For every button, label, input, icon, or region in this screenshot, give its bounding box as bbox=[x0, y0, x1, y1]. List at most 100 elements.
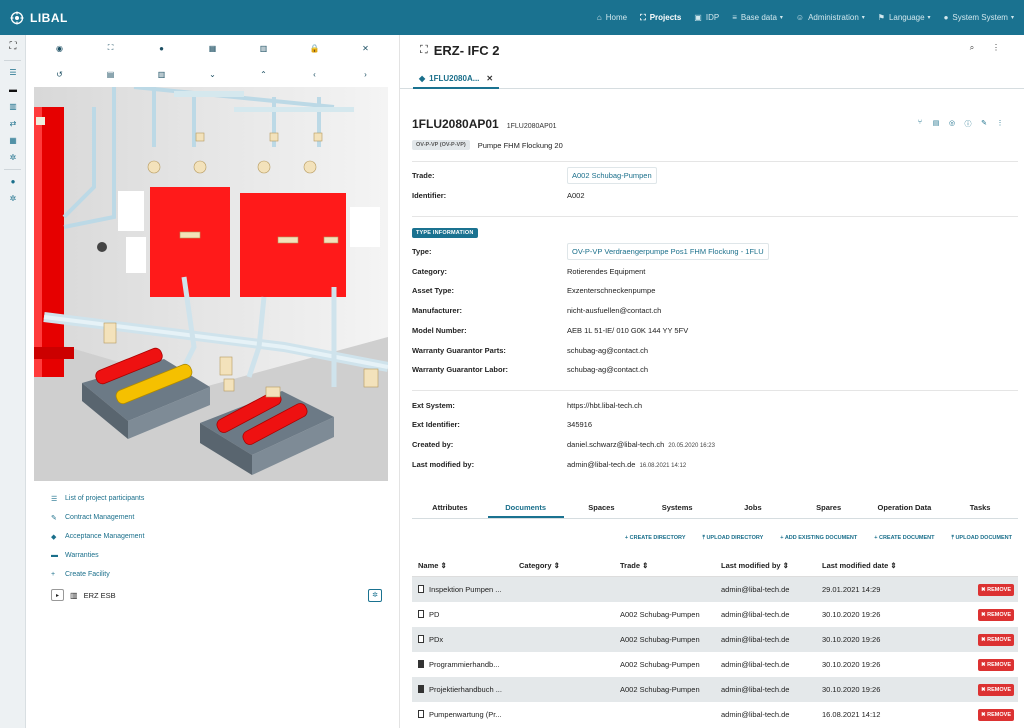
more-vertical-icon[interactable]: ⋮ bbox=[992, 119, 1008, 129]
tab-asset[interactable]: ◆ 1FLU2080A... ✕ bbox=[413, 69, 500, 89]
target-icon[interactable]: ◎ bbox=[944, 119, 960, 129]
nav-item-base-data[interactable]: ≡ Base data ▾ bbox=[732, 13, 783, 22]
doc-name-cell[interactable]: Pumpenwartung (Pr... bbox=[412, 710, 513, 719]
tab-attributes[interactable]: Attributes bbox=[412, 497, 488, 518]
list-icon[interactable]: ☰ bbox=[0, 64, 26, 81]
tab-jobs[interactable]: Jobs bbox=[715, 497, 791, 518]
lock-icon[interactable]: 🔒 bbox=[289, 44, 340, 53]
field-warranty-parts: Warranty Guarantor Parts: schubag-ag@con… bbox=[412, 341, 1018, 359]
table-row[interactable]: Inspektion Pumpen ... admin@libal-tech.de… bbox=[412, 577, 1018, 602]
remove-button[interactable]: ✖ REMOVE bbox=[978, 633, 1014, 646]
table-row[interactable]: Programmierhandb... A002 Schubag-Pumpen ad… bbox=[412, 652, 1018, 677]
doc-name-cell[interactable]: PD bbox=[412, 610, 513, 619]
field-label: Ext Identifier: bbox=[412, 419, 460, 429]
tree-item-erz-esb[interactable]: ▸ ▥ ERZ ESB ✲ bbox=[34, 586, 388, 604]
project-title: ERZ- IFC 2 bbox=[433, 42, 500, 58]
search-icon[interactable]: ⌕ bbox=[960, 43, 984, 53]
3d-viewer[interactable] bbox=[34, 87, 388, 481]
nav-item-system-system[interactable]: ● System System ▾ bbox=[944, 13, 1014, 22]
facility-link[interactable]: ✎ Contract Management bbox=[34, 508, 388, 527]
nav-item-administration[interactable]: ☺ Administration ▾ bbox=[796, 13, 865, 22]
column-header[interactable]: Last modified date ⇕ bbox=[816, 561, 917, 570]
building-icon[interactable]: ▥ bbox=[238, 44, 289, 53]
column-header[interactable]: Trade ⇕ bbox=[614, 561, 715, 570]
remove-button[interactable]: ✖ REMOVE bbox=[978, 658, 1014, 671]
doc-name-cell[interactable]: PDx bbox=[412, 635, 513, 644]
type-link[interactable]: OV-P-VP Verdraengerpumpe Pos1 FHM Flocku… bbox=[567, 242, 769, 260]
settings-icon[interactable]: ✲ bbox=[0, 190, 26, 207]
doc-name-cell[interactable]: Inspektion Pumpen ... bbox=[412, 585, 513, 594]
table-row[interactable]: PDx A002 Schubag-Pumpen admin@libal-tech.d… bbox=[412, 627, 1018, 652]
save-icon[interactable]: ▤ bbox=[928, 119, 944, 129]
table-row[interactable]: PD A002 Schubag-Pumpen admin@libal-tech.de… bbox=[412, 602, 1018, 627]
chevron-right-icon[interactable]: › bbox=[340, 70, 391, 79]
expand-icon[interactable]: ⛶ bbox=[85, 43, 136, 53]
projects-icon: ⛶ bbox=[640, 12, 646, 22]
doc-action-button[interactable]: ⤒ UPLOAD DOCUMENT bbox=[952, 535, 1013, 542]
column-header[interactable]: Name ⇕ bbox=[412, 561, 513, 570]
facility-link[interactable]: ▬ Warranties bbox=[34, 546, 388, 565]
doc-name-cell[interactable]: Projektierhandbuch ... bbox=[412, 685, 513, 694]
close-tab-icon[interactable]: ✕ bbox=[486, 74, 493, 83]
circle-icon[interactable]: ● bbox=[136, 44, 187, 53]
grid-icon[interactable]: ▦ bbox=[187, 44, 238, 53]
more-vertical-icon[interactable]: ⋮ bbox=[984, 43, 1008, 53]
tab-label: 1FLU2080A... bbox=[429, 73, 480, 83]
doc-action-button[interactable]: + CREATE DOCUMENT bbox=[874, 535, 934, 542]
tab-systems[interactable]: Systems bbox=[639, 497, 715, 518]
structure-icon[interactable]: ▥ bbox=[136, 70, 187, 79]
remove-button[interactable]: ✖ REMOVE bbox=[978, 583, 1014, 596]
floor-icon[interactable]: ▤ bbox=[85, 70, 136, 79]
building-icon[interactable]: ▥ bbox=[0, 98, 26, 115]
viewer-panel: ◉ ⛶ ● ▦ ▥ 🔒 ✕ ↺ ▤ ▥ ⌄ ⌃ ‹ › ☰ List of pr… bbox=[26, 35, 400, 728]
tab-spaces[interactable]: Spaces bbox=[564, 497, 640, 518]
exchange-icon[interactable]: ⇄ bbox=[0, 115, 26, 132]
chevron-up-icon[interactable]: ⌃ bbox=[238, 70, 289, 79]
edit-icon[interactable]: ✎ bbox=[976, 119, 992, 129]
facility-link[interactable]: + Create Facility bbox=[34, 565, 388, 584]
tree-expand-toggle[interactable]: ▸ bbox=[51, 589, 64, 601]
close-icon[interactable]: ✕ bbox=[340, 44, 391, 53]
column-header[interactable]: Category ⇕ bbox=[513, 561, 614, 570]
tab-tasks[interactable]: Tasks bbox=[942, 497, 1018, 518]
project-header: ⛶ ERZ- IFC 2 ⌕ ⋮ bbox=[400, 35, 1024, 65]
app-logo[interactable]: LIBAL bbox=[0, 11, 68, 25]
gear-icon[interactable]: ✲ bbox=[368, 588, 382, 602]
user-icon[interactable]: ● bbox=[0, 173, 26, 190]
remove-button[interactable]: ✖ REMOVE bbox=[978, 683, 1014, 696]
asset-heading: 1FLU2080AP01 1FLU2080AP01 ⑂ ▤ ◎ ⓘ ✎ ⋮ bbox=[412, 117, 1018, 137]
doc-name-cell[interactable]: Programmierhandb... bbox=[412, 660, 513, 669]
tab-operation-data[interactable]: Operation Data bbox=[867, 497, 943, 518]
column-header[interactable]: Last modified by ⇕ bbox=[715, 561, 816, 570]
chevron-down-icon[interactable]: ⌄ bbox=[187, 70, 238, 79]
field-asset-type: Asset Type: Exzenterschneckenpumpe bbox=[412, 281, 1018, 299]
folder-icon[interactable]: ▬ bbox=[0, 81, 26, 98]
facility-link[interactable]: ☰ List of project participants bbox=[34, 489, 388, 508]
grid-icon[interactable]: ▦ bbox=[0, 132, 26, 149]
field-model-number: Model Number: AEB 1L 51-IE/ 010 G0K 144 … bbox=[412, 321, 1018, 339]
doc-action-button[interactable]: ⤒ UPLOAD DIRECTORY bbox=[702, 535, 763, 542]
eye-icon[interactable]: ◉ bbox=[34, 44, 85, 53]
divider bbox=[412, 390, 1018, 391]
info-icon[interactable]: ⓘ bbox=[960, 119, 976, 129]
undo-icon[interactable]: ↺ bbox=[34, 70, 85, 79]
sitemap-icon[interactable]: ⛶ bbox=[0, 35, 26, 57]
nav-item-language[interactable]: ⚑ Language ▾ bbox=[878, 13, 931, 22]
remove-button[interactable]: ✖ REMOVE bbox=[978, 708, 1014, 721]
facility-link[interactable]: ◆ Acceptance Management bbox=[34, 527, 388, 546]
actions-cell: ✖ REMOVE bbox=[917, 708, 1018, 721]
table-row[interactable]: Pumpenwartung (Pr... admin@libal-tech.de 1… bbox=[412, 702, 1018, 727]
table-row[interactable]: Projektierhandbuch ... A002 Schubag-Pumpe… bbox=[412, 677, 1018, 702]
nav-item-home[interactable]: ⌂ Home bbox=[597, 13, 627, 22]
remove-button[interactable]: ✖ REMOVE bbox=[978, 608, 1014, 621]
nav-item-idp[interactable]: ▣ IDP bbox=[694, 13, 719, 22]
chevron-left-icon[interactable]: ‹ bbox=[289, 70, 340, 79]
branch-icon[interactable]: ⑂ bbox=[912, 119, 928, 129]
tab-documents[interactable]: Documents bbox=[487, 497, 564, 518]
tab-spares[interactable]: Spares bbox=[791, 497, 867, 518]
trade-link[interactable]: A002 Schubag-Pumpen bbox=[567, 166, 657, 184]
cog-icon[interactable]: ✲ bbox=[0, 149, 26, 166]
doc-action-button[interactable]: + CREATE DIRECTORY bbox=[625, 535, 686, 542]
nav-item-projects[interactable]: ⛶ Projects bbox=[640, 13, 681, 23]
doc-action-button[interactable]: + ADD EXISTING DOCUMENT bbox=[780, 535, 857, 542]
